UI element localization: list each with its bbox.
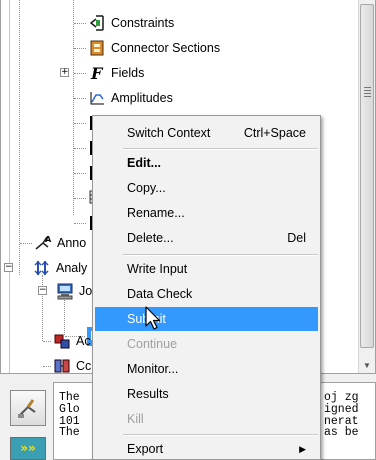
menu-item-label: Rename... — [127, 206, 185, 220]
tree-item-label: Amplitudes — [111, 91, 173, 105]
jobs-icon — [56, 282, 74, 300]
mouse-pointer-icon — [145, 306, 161, 330]
menu-item-label: Switch Context — [127, 126, 211, 140]
message-area-toggle-button[interactable] — [10, 390, 46, 426]
menu-item-label: Monitor... — [127, 362, 179, 376]
menu-item-switch-context[interactable]: Switch Context Ctrl+Space — [95, 121, 318, 145]
menu-item-label: Results — [127, 387, 169, 401]
menu-separator — [123, 148, 318, 150]
tree-item-label: Anno — [57, 236, 87, 250]
scrollbar-grip-icon — [364, 87, 371, 99]
menu-separator — [123, 254, 318, 256]
tree-scrollbar[interactable]: ▼ — [358, 0, 375, 373]
menu-item-delete[interactable]: Delete... Del — [95, 226, 318, 250]
menu-item-edit[interactable]: Edit... — [95, 151, 318, 175]
menu-item-label: Export — [127, 442, 164, 456]
menu-item-label: Copy... — [127, 181, 166, 195]
tree-item-label: Cc — [76, 359, 92, 373]
menu-shortcut: Del — [287, 231, 306, 245]
constraints-icon — [88, 14, 106, 32]
tree-item-label: Ac — [76, 334, 91, 348]
scroll-down-arrow-icon[interactable]: ▼ — [359, 357, 375, 373]
adaptivity-icon — [53, 332, 71, 350]
menu-item-kill: Kill — [95, 407, 318, 431]
tree-item-label: Constraints — [111, 16, 175, 30]
menu-item-rename[interactable]: Rename... — [95, 201, 318, 225]
message-fragment: igned — [324, 402, 359, 416]
menu-item-results[interactable]: Results — [95, 382, 318, 406]
menu-item-continue: Continue — [95, 332, 318, 356]
menu-item-label: Delete... — [127, 231, 174, 245]
svg-text:F: F — [90, 64, 104, 82]
tree-item-adaptivity[interactable]: Ac — [43, 330, 91, 352]
tree-item-label: Connector Sections — [111, 41, 221, 55]
tree-item-label: Analy — [56, 261, 88, 275]
fields-icon: F — [88, 64, 106, 82]
tree-item-analysis[interactable]: Analy — [20, 257, 87, 279]
tree-item-jobs[interactable]: Jo — [43, 280, 92, 302]
tree-item-amplitudes[interactable]: Amplitudes — [74, 87, 173, 109]
menu-item-label: Continue — [127, 337, 178, 351]
menu-item-label: Data Check — [127, 287, 193, 301]
tree-item-constraints[interactable]: Constraints — [74, 12, 174, 34]
tree-item-connector-sections[interactable]: Connector Sections — [74, 37, 220, 59]
menu-item-monitor[interactable]: Monitor... — [95, 357, 318, 381]
menu-item-data-check[interactable]: Data Check — [95, 282, 318, 306]
tree-item-co-executions[interactable]: Cc — [43, 355, 92, 373]
amplitudes-icon — [88, 89, 106, 107]
collapse-analysis-icon[interactable]: − — [4, 263, 13, 272]
menu-separator — [123, 434, 318, 436]
menu-item-write-input[interactable]: Write Input — [95, 257, 318, 281]
expand-fields-icon[interactable]: + — [60, 68, 69, 77]
message-right-fragments: oj zg igned nerat as be — [324, 392, 375, 440]
connector-sections-icon — [88, 39, 106, 57]
menu-item-copy[interactable]: Copy... — [95, 176, 318, 200]
menu-item-label: Edit... — [127, 156, 162, 170]
menu-item-submit[interactable]: Submit — [95, 307, 318, 331]
context-menu: Switch Context Ctrl+Space Edit... Copy..… — [92, 115, 321, 460]
tree-item-annotations[interactable]: A Anno — [20, 232, 86, 254]
tree-item-label: Fields — [111, 66, 145, 80]
message-area-icon — [18, 399, 36, 418]
collapse-jobs-icon[interactable]: − — [38, 286, 47, 295]
tree-item-label: Jo — [79, 284, 93, 298]
tree-item-fields[interactable]: F Fields — [74, 62, 144, 84]
analysis-icon — [33, 259, 51, 277]
tree-outer-line — [9, 0, 10, 373]
co-executions-icon — [53, 357, 71, 373]
kernel-command-button[interactable]: »» — [10, 437, 46, 460]
menu-shortcut: Ctrl+Space — [243, 126, 306, 140]
submenu-arrow-icon: ▶ — [299, 443, 306, 454]
scrollbar-thumb[interactable] — [360, 4, 374, 348]
message-fragment: as be — [324, 426, 359, 440]
menu-item-export[interactable]: Export ▶ — [95, 437, 318, 459]
menu-item-label: Kill — [127, 412, 144, 426]
menu-item-label: Write Input — [127, 262, 188, 276]
svg-text:A: A — [45, 235, 52, 244]
annotations-icon: A — [34, 234, 52, 252]
